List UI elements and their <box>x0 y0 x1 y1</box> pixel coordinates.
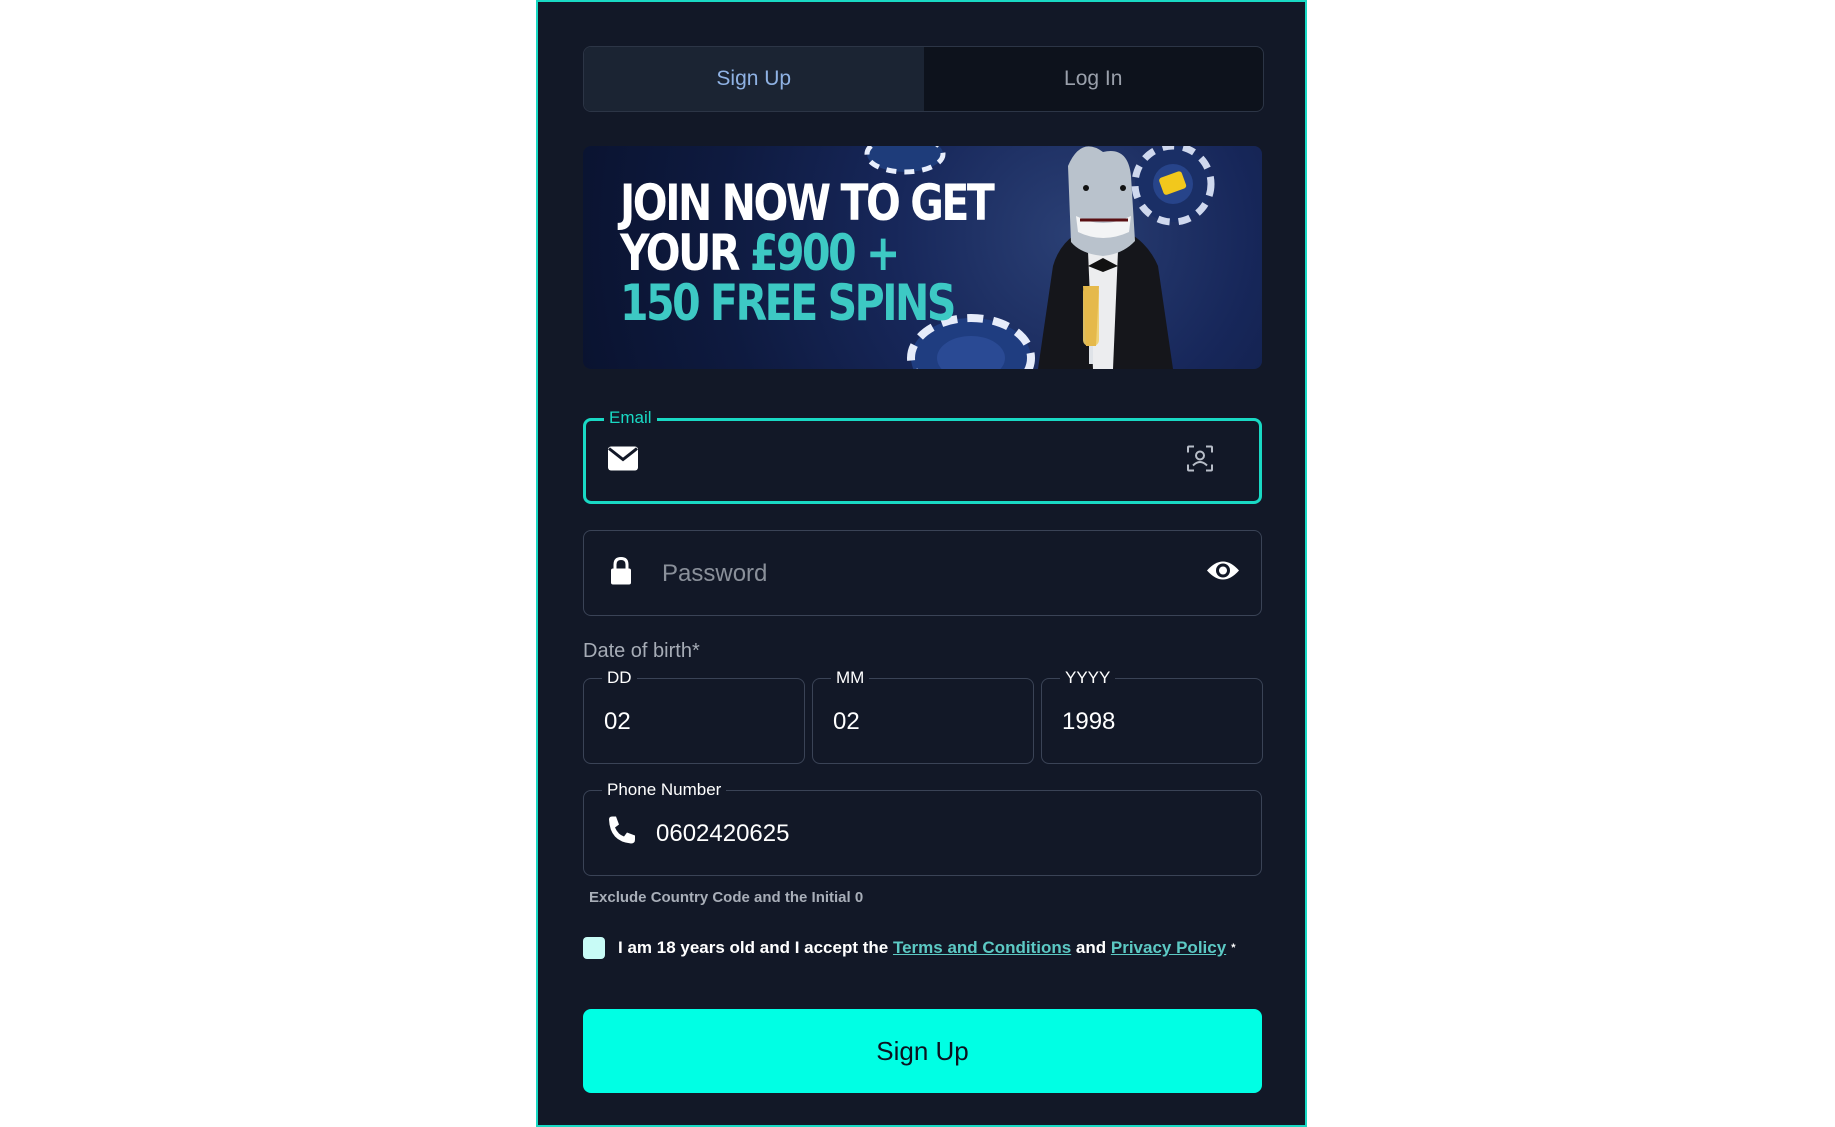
promo-line-1: JOIN NOW TO GET <box>620 174 995 232</box>
casino-chip-right <box>1131 146 1215 226</box>
phone-icon <box>606 816 636 851</box>
phone-field[interactable]: Phone Number <box>583 780 1262 877</box>
promo-line-3: 150 FREE SPINS <box>620 274 956 332</box>
password-field[interactable] <box>583 530 1262 617</box>
email-input[interactable] <box>662 421 1146 503</box>
tab-sign-up[interactable]: Sign Up <box>584 47 924 111</box>
dob-month-input[interactable] <box>831 679 1015 765</box>
terms-link[interactable]: Terms and Conditions <box>893 938 1071 958</box>
signup-modal: Sign Up Log In JOIN NOW TO GET YOUR £900… <box>536 0 1307 1127</box>
password-input[interactable] <box>660 531 1144 617</box>
promo-line-2: YOUR £900 + <box>620 228 992 278</box>
lock-icon <box>610 556 632 590</box>
age-terms-checkbox[interactable] <box>583 937 605 959</box>
dob-title: Date of birth* <box>583 640 700 662</box>
consent-and: and <box>1075 938 1107 957</box>
phone-hint: Exclude Country Code and the Initial 0 <box>589 889 864 906</box>
dob-day-input[interactable] <box>602 679 786 765</box>
dob-year-input[interactable] <box>1060 679 1244 765</box>
required-mark: * <box>1231 942 1236 954</box>
privacy-link[interactable]: Privacy Policy <box>1111 938 1226 958</box>
envelope-icon <box>608 446 638 476</box>
email-label: Email <box>604 408 657 428</box>
email-field[interactable]: Email <box>583 408 1262 504</box>
promo-banner: JOIN NOW TO GET YOUR £900 + 150 FREE SPI… <box>583 146 1262 369</box>
face-scan-icon[interactable] <box>1186 445 1214 478</box>
consent-text: I am 18 years old and I accept the <box>618 938 889 957</box>
phone-input[interactable] <box>654 791 1138 877</box>
eye-icon[interactable] <box>1206 559 1240 588</box>
promo-headline: JOIN NOW TO GET YOUR £900 + 150 FREE SPI… <box>620 174 995 332</box>
consent-row: I am 18 years old and I accept the Terms… <box>583 937 1235 959</box>
sign-up-button[interactable]: Sign Up <box>583 1009 1262 1093</box>
dob-year-field[interactable]: YYYY <box>1041 668 1263 765</box>
tab-log-in[interactable]: Log In <box>924 47 1264 111</box>
dob-month-field[interactable]: MM <box>812 668 1034 765</box>
casino-chip-top <box>864 146 946 175</box>
auth-tabs: Sign Up Log In <box>583 46 1264 112</box>
dob-day-field[interactable]: DD <box>583 668 805 765</box>
